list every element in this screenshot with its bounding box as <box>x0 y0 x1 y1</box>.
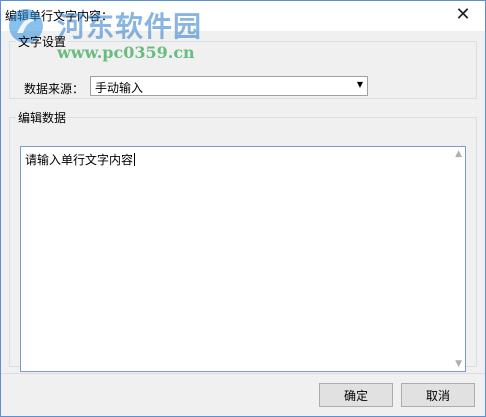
text-settings-group: 文字设置 数据来源： 手动输入 ▼ <box>9 33 477 99</box>
window-title: 编辑单行文字内容： <box>5 9 114 23</box>
content-textarea[interactable]: 请输入单行文字内容 ▲ ▼ <box>20 146 466 372</box>
text-settings-legend: 文字设置 <box>18 35 67 49</box>
chevron-down-icon: ▼ <box>356 80 363 89</box>
textarea-text: 请输入单行文字内容 <box>25 153 134 167</box>
data-source-label: 数据来源： <box>24 82 85 96</box>
close-icon: ✕ <box>455 4 471 25</box>
close-button[interactable]: ✕ <box>441 1 485 31</box>
data-source-value: 手动输入 <box>95 81 144 95</box>
ok-button[interactable]: 确定 <box>319 383 393 407</box>
title-bar[interactable]: 编辑单行文字内容： ✕ <box>1 1 485 31</box>
data-source-select[interactable]: 手动输入 ▼ <box>90 76 368 96</box>
button-bar: 确定 取消 <box>1 373 485 416</box>
scroll-up-arrow-icon[interactable]: ▲ <box>455 149 462 159</box>
textarea-text-line: 请输入单行文字内容 <box>25 151 136 168</box>
edit-data-group: 编辑数据 请输入单行文字内容 ▲ ▼ <box>9 109 477 372</box>
scroll-down-arrow-icon[interactable]: ▼ <box>455 359 462 369</box>
dialog-window: 编辑单行文字内容： ✕ 河东软件园 www.pc0359.cn 文字设置 数据来… <box>0 0 486 417</box>
edit-data-legend: 编辑数据 <box>18 111 67 125</box>
cancel-button[interactable]: 取消 <box>401 383 475 407</box>
text-caret <box>134 153 136 166</box>
